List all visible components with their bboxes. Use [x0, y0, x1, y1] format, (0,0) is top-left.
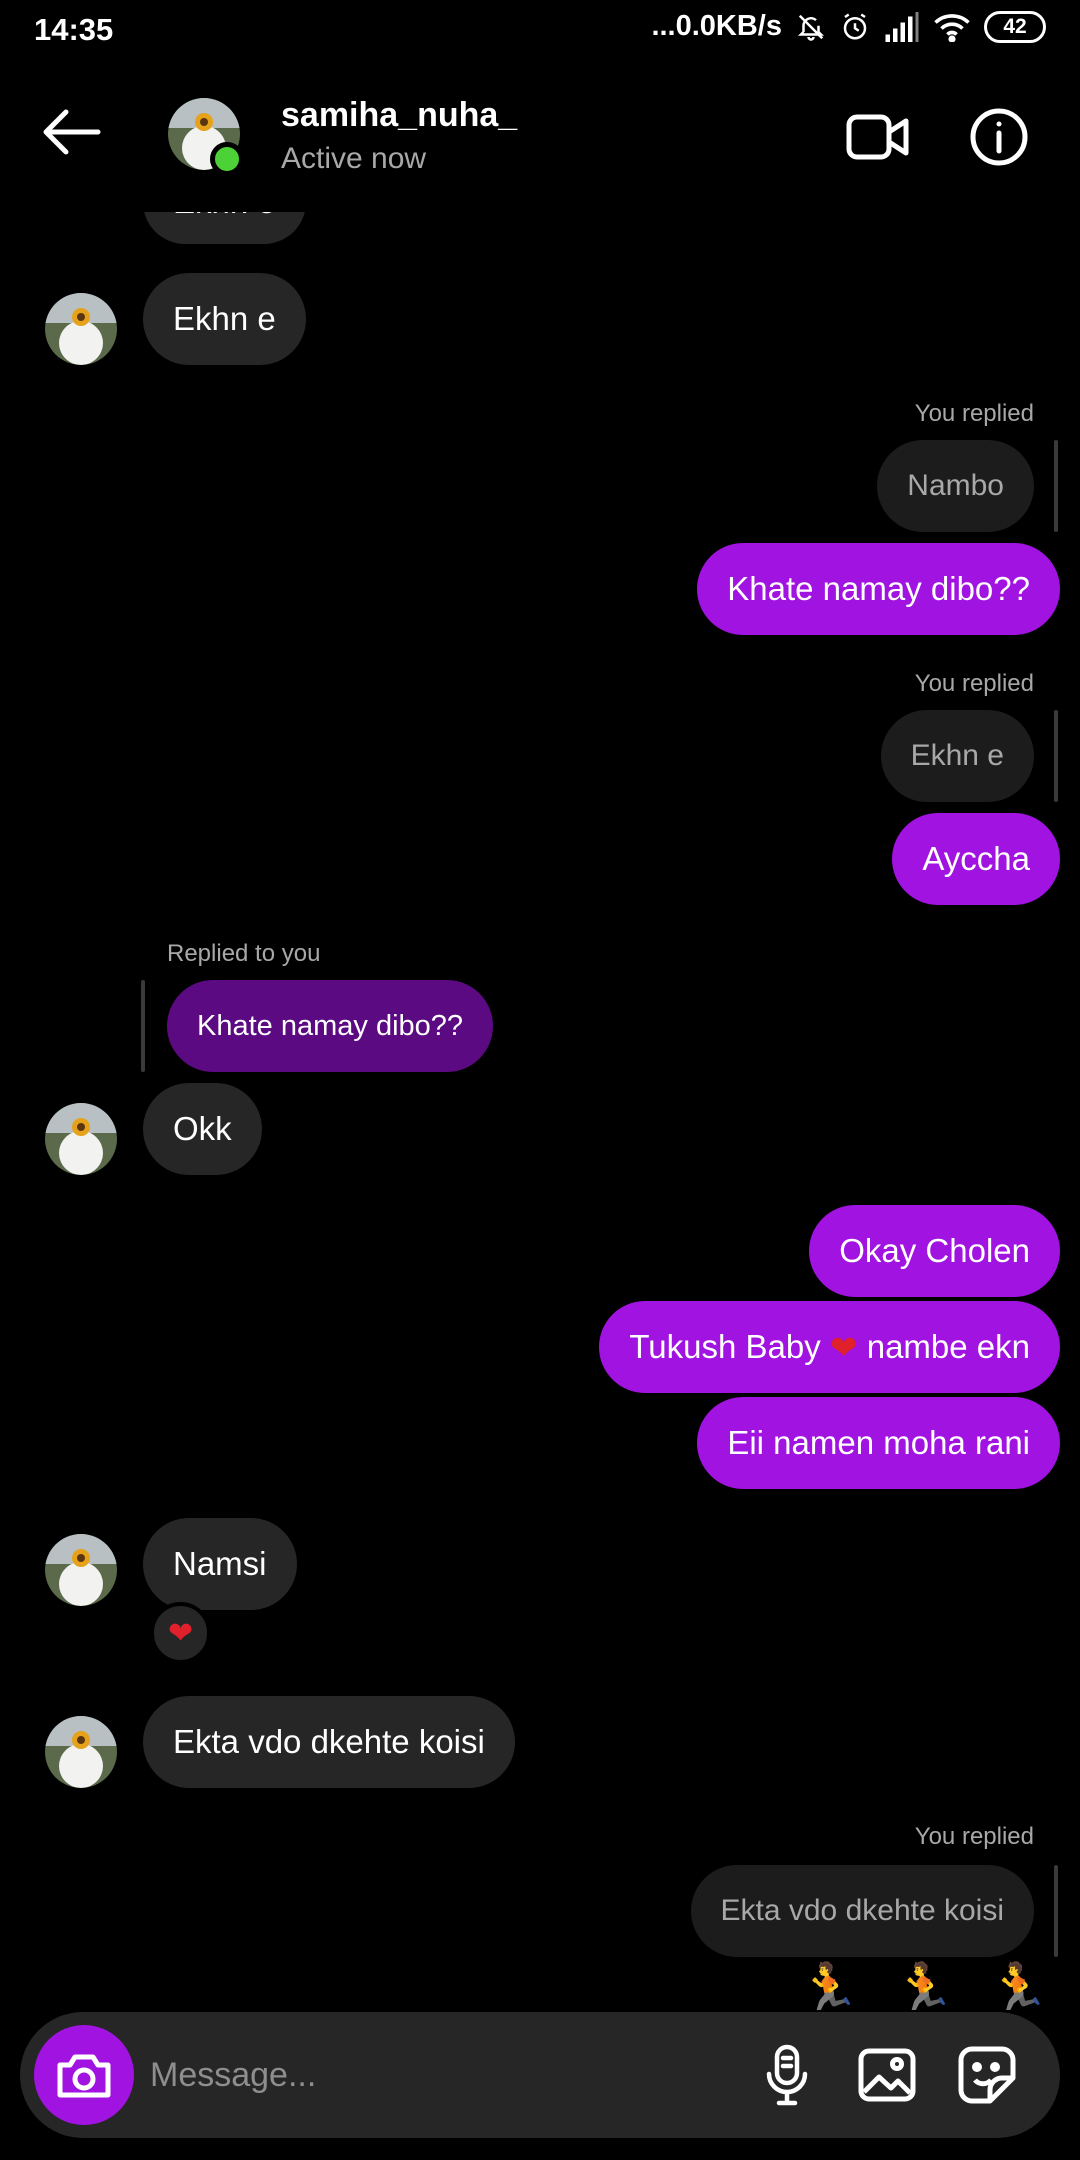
sender-avatar[interactable]: [45, 1534, 117, 1606]
quoted-message[interactable]: Ekta vdo dkehte koisi: [690, 1865, 1034, 1957]
message-input[interactable]: [150, 2042, 710, 2108]
message-incoming[interactable]: Ekhn e: [143, 273, 306, 365]
battery-indicator: 42: [984, 10, 1046, 43]
message-thread[interactable]: Ekhn e Ekhn e You replied Nambo Khate na…: [0, 200, 1080, 2010]
reply-label: You replied: [914, 400, 1034, 427]
reply-label: You replied: [914, 1823, 1034, 1850]
status-bar: 14:35 ...0.0KB/s 42: [0, 0, 1080, 62]
sender-avatar[interactable]: [45, 1716, 117, 1788]
info-icon: [970, 108, 1028, 166]
message-reaction[interactable]: ❤: [150, 1602, 212, 1664]
back-button[interactable]: [40, 107, 102, 157]
message-composer: [20, 2012, 1060, 2138]
quoted-message[interactable]: Ekhn e: [880, 710, 1034, 802]
quote-bar: [1054, 440, 1058, 532]
quote-bar: [141, 980, 145, 1072]
sticker-button[interactable]: [952, 2040, 1022, 2110]
mute-bell-icon: [796, 12, 826, 42]
microphone-icon: [766, 2044, 808, 2106]
message-text: nambe ekn: [857, 1328, 1030, 1365]
signal-icon: [884, 11, 920, 42]
wifi-icon: [934, 12, 970, 42]
quoted-message[interactable]: Khate namay dibo??: [167, 980, 494, 1072]
message-text: Tukush Baby: [629, 1328, 830, 1365]
sticker-icon: [958, 2046, 1016, 2104]
message-outgoing[interactable]: Eii namen moha rani: [697, 1397, 1060, 1489]
message-incoming[interactable]: Okk: [143, 1083, 262, 1175]
active-status: Active now: [281, 142, 427, 175]
chat-header: samiha_nuha_ Active now: [0, 62, 1080, 212]
info-button[interactable]: [969, 107, 1029, 167]
microphone-button[interactable]: [752, 2040, 822, 2110]
heart-emoji-icon: ❤: [829, 1328, 858, 1366]
status-time: 14:35: [34, 12, 114, 47]
gallery-button[interactable]: [852, 2040, 922, 2110]
sender-avatar[interactable]: [45, 1103, 117, 1175]
status-icons: ...0.0KB/s 42: [651, 10, 1046, 43]
quoted-message[interactable]: Nambo: [877, 440, 1034, 532]
sender-avatar[interactable]: [45, 293, 117, 365]
network-speed: ...0.0KB/s: [651, 10, 782, 42]
camera-icon: [57, 2054, 111, 2098]
sticker-message[interactable]: 🏃 🏃 🏃: [796, 1960, 1050, 2010]
video-call-button[interactable]: [846, 112, 910, 162]
alarm-icon: [840, 12, 870, 42]
message-outgoing[interactable]: Khate namay dibo??: [697, 543, 1060, 635]
chat-username[interactable]: samiha_nuha_: [281, 96, 517, 135]
quote-bar: [1054, 710, 1058, 802]
reply-label: You replied: [914, 670, 1034, 697]
message-outgoing[interactable]: Tukush Baby ❤ nambe ekn: [599, 1301, 1060, 1393]
video-camera-icon: [846, 114, 909, 160]
quote-bar: [1054, 1865, 1058, 1957]
online-indicator: [210, 142, 244, 176]
message-outgoing[interactable]: Ayccha: [892, 813, 1060, 905]
message-outgoing[interactable]: Okay Cholen: [809, 1205, 1060, 1297]
message-incoming[interactable]: Namsi: [143, 1518, 297, 1610]
image-icon: [858, 2048, 916, 2102]
arrow-left-icon: [43, 109, 101, 155]
running-man-emoji-icon: 🏃: [985, 1962, 1050, 2010]
camera-button[interactable]: [34, 2025, 134, 2125]
running-man-emoji-icon: 🏃: [795, 1962, 861, 2010]
heart-reaction-icon: ❤: [168, 1616, 194, 1650]
reply-label: Replied to you: [167, 940, 321, 967]
message-incoming[interactable]: Ekta vdo dkehte koisi: [143, 1696, 515, 1788]
running-man-emoji-icon: 🏃: [890, 1962, 956, 2010]
